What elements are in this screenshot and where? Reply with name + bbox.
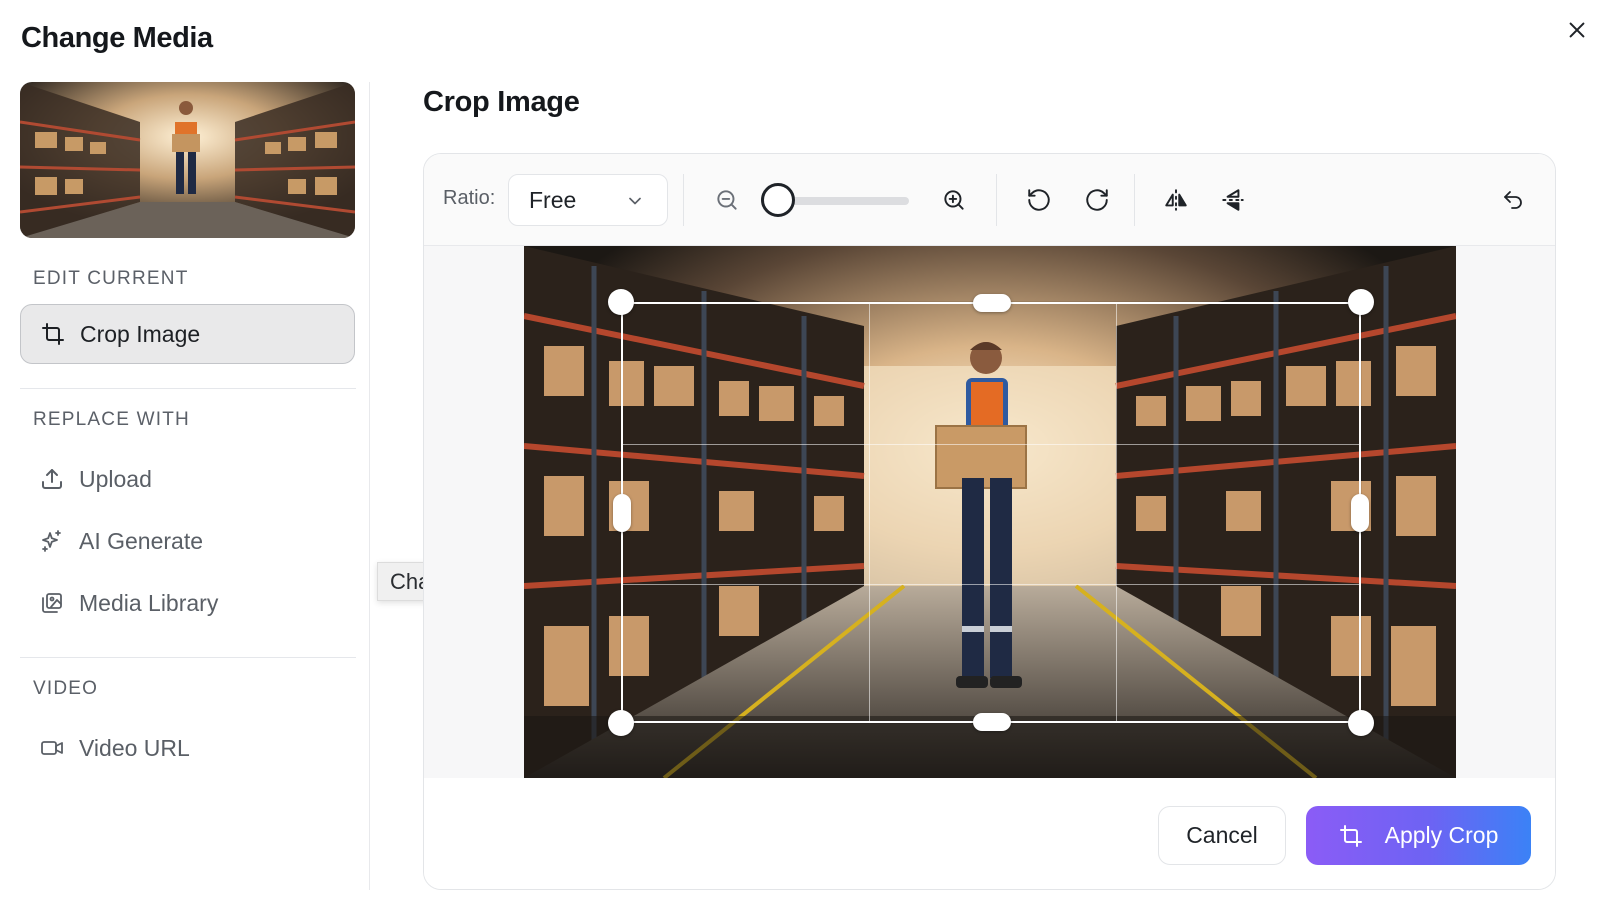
crop-handle-top-right[interactable] bbox=[1348, 289, 1374, 315]
rotate-left-button[interactable] bbox=[1021, 182, 1057, 218]
rotate-right-button[interactable] bbox=[1079, 182, 1115, 218]
crop-image bbox=[524, 246, 1456, 778]
crop-handle-bottom-left[interactable] bbox=[608, 710, 634, 736]
sidebar-item-upload[interactable]: Upload bbox=[20, 449, 355, 509]
modal-title: Change Media bbox=[21, 22, 213, 54]
section-label-video: VIDEO bbox=[33, 678, 99, 699]
sidebar-item-label: Video URL bbox=[79, 734, 190, 761]
rotate-right-icon bbox=[1086, 189, 1108, 211]
crop-grid-line bbox=[869, 304, 870, 721]
sidebar-item-label: Upload bbox=[79, 465, 152, 492]
zoom-in-icon bbox=[944, 190, 964, 210]
flip-vertical-button[interactable] bbox=[1215, 182, 1251, 218]
panel-divider bbox=[369, 82, 370, 890]
flip-horizontal-button[interactable] bbox=[1158, 182, 1194, 218]
crop-icon bbox=[1339, 824, 1362, 847]
sidebar-item-label: Media Library bbox=[79, 589, 219, 616]
crop-handle-bottom[interactable] bbox=[973, 713, 1011, 731]
crop-handle-top-left[interactable] bbox=[608, 289, 634, 315]
zoom-out-button[interactable] bbox=[709, 182, 745, 218]
images-icon bbox=[39, 590, 65, 616]
sidebar-item-ai-generate[interactable]: AI Generate bbox=[20, 511, 355, 571]
apply-crop-button[interactable]: Apply Crop bbox=[1306, 806, 1531, 865]
crop-handle-left[interactable] bbox=[613, 494, 631, 532]
sidebar: EDIT CURRENT Crop Image REPLACE WITH Upl… bbox=[20, 82, 356, 778]
sidebar-item-media-library[interactable]: Media Library bbox=[20, 573, 355, 633]
flip-horizontal-icon bbox=[1165, 189, 1187, 211]
toolbar-separator bbox=[996, 174, 997, 226]
zoom-slider-handle[interactable] bbox=[761, 183, 795, 217]
sparkles-icon bbox=[39, 528, 65, 554]
crop-canvas bbox=[424, 246, 1555, 778]
crop-handle-right[interactable] bbox=[1351, 494, 1369, 532]
crop-grid-line bbox=[623, 584, 1359, 585]
toolbar-separator bbox=[683, 174, 684, 226]
close-icon bbox=[1569, 22, 1585, 38]
video-icon bbox=[39, 735, 65, 761]
media-thumbnail[interactable] bbox=[20, 82, 355, 238]
crop-editor: Ratio: Free Cancel Apply Crop bbox=[423, 153, 1556, 890]
crop-toolbar: Ratio: Free bbox=[424, 154, 1555, 246]
ratio-select[interactable]: Free bbox=[508, 174, 668, 226]
sidebar-item-video-url[interactable]: Video URL bbox=[20, 718, 355, 778]
editor-footer: Cancel Apply Crop bbox=[424, 778, 1555, 889]
cancel-button[interactable]: Cancel bbox=[1158, 806, 1286, 865]
sidebar-item-label: Crop Image bbox=[80, 320, 201, 347]
toolbar-separator bbox=[1134, 174, 1135, 226]
page-title: Crop Image bbox=[423, 86, 580, 118]
reset-button[interactable] bbox=[1495, 182, 1531, 218]
crop-grid-line bbox=[623, 444, 1359, 445]
flip-vertical-icon bbox=[1222, 189, 1244, 211]
chevron-down-icon bbox=[629, 197, 641, 205]
crop-selection[interactable] bbox=[608, 289, 1374, 736]
crop-handle-top[interactable] bbox=[973, 294, 1011, 312]
section-label-edit-current: EDIT CURRENT bbox=[33, 268, 189, 289]
upload-icon bbox=[39, 466, 65, 492]
section-label-replace-with: REPLACE WITH bbox=[33, 409, 190, 430]
sidebar-item-label: AI Generate bbox=[79, 527, 204, 554]
crop-handle-bottom-right[interactable] bbox=[1348, 710, 1374, 736]
undo-icon bbox=[1504, 191, 1522, 209]
ratio-select-value: Free bbox=[529, 186, 577, 213]
zoom-out-icon bbox=[717, 190, 737, 210]
close-button[interactable] bbox=[1563, 16, 1591, 44]
sidebar-item-crop-image[interactable]: Crop Image bbox=[20, 304, 355, 364]
zoom-in-button[interactable] bbox=[936, 182, 972, 218]
ratio-label: Ratio: bbox=[443, 187, 496, 209]
crop-icon bbox=[40, 321, 66, 347]
warehouse-thumbnail-image bbox=[20, 82, 355, 238]
crop-grid-line bbox=[1116, 304, 1117, 721]
rotate-left-icon bbox=[1028, 189, 1050, 211]
apply-crop-label: Apply Crop bbox=[1384, 822, 1499, 848]
